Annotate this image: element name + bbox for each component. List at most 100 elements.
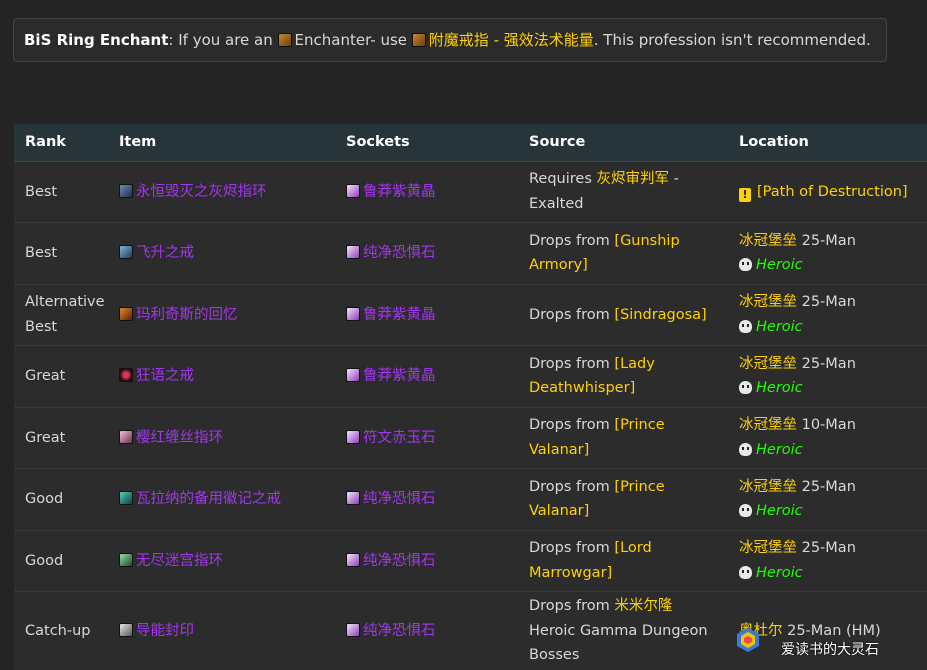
raid-size: 25-Man bbox=[797, 478, 856, 495]
gem-icon[interactable] bbox=[346, 368, 360, 382]
source-link[interactable]: [Gunship bbox=[614, 233, 679, 249]
table-row: Great 樱红缠丝指环 符文赤玉石 Drops from [Prince Val… bbox=[14, 407, 927, 469]
item-link[interactable]: 瓦拉纳的备用徽记之戒 bbox=[136, 491, 281, 507]
item-icon[interactable] bbox=[119, 491, 133, 505]
ring-bis-table: Rank Item Sockets Source Location Best 永… bbox=[14, 124, 927, 670]
source-line2: Exalted bbox=[529, 195, 584, 212]
heroic-label: Heroic bbox=[756, 503, 803, 520]
gem-link[interactable]: 纯净恐惧石 bbox=[363, 245, 436, 261]
socket-cell: 纯净恐惧石 bbox=[335, 222, 518, 285]
raid-size: 25-Man bbox=[797, 540, 856, 557]
heroic-label: Heroic bbox=[756, 380, 803, 397]
source-cell: Drops from [Prince Valanar] bbox=[518, 407, 728, 469]
item-cell: 导能封印 bbox=[108, 591, 335, 670]
heroic-label: Heroic bbox=[756, 441, 803, 458]
location-cell: 冰冠堡垒 25-Man Heroic bbox=[728, 468, 927, 531]
source-cell: Drops from [Gunship Armory] bbox=[518, 222, 728, 285]
item-link[interactable]: 狂语之戒 bbox=[136, 368, 194, 384]
source-link-cont[interactable]: Valanar] bbox=[529, 442, 589, 458]
rank-cell: Alternative Best bbox=[14, 284, 108, 346]
source-prefix: Drops from bbox=[529, 306, 615, 323]
item-link[interactable]: 导能封印 bbox=[136, 623, 194, 639]
location-link[interactable]: 冰冠堡垒 bbox=[739, 417, 797, 433]
location-link[interactable]: 冰冠堡垒 bbox=[739, 233, 797, 249]
location-link[interactable]: 冰冠堡垒 bbox=[739, 294, 797, 310]
source-cell: Drops from [Prince Valanar] bbox=[518, 468, 728, 531]
source-link[interactable]: [Prince bbox=[614, 417, 664, 433]
item-icon[interactable] bbox=[119, 429, 133, 444]
header-source: Source bbox=[518, 124, 728, 162]
source-link-cont[interactable]: Valanar] bbox=[529, 503, 589, 519]
gem-link[interactable]: 纯净恐惧石 bbox=[363, 491, 436, 507]
source-link[interactable]: [Lord bbox=[614, 540, 651, 556]
source-line3: Bosses bbox=[529, 647, 580, 664]
item-icon[interactable] bbox=[119, 552, 133, 567]
skull-icon bbox=[739, 258, 752, 272]
gem-link[interactable]: 纯净恐惧石 bbox=[363, 623, 436, 639]
rank-cell: Best bbox=[14, 161, 108, 223]
item-cell: 樱红缠丝指环 bbox=[108, 407, 335, 469]
socket-cell: 鲁莽紫黄晶 bbox=[335, 284, 518, 346]
gem-icon[interactable] bbox=[346, 306, 360, 321]
location-link[interactable]: 冰冠堡垒 bbox=[739, 356, 797, 372]
raid-size: 10-Man bbox=[797, 417, 856, 434]
item-icon[interactable] bbox=[119, 245, 133, 259]
item-link[interactable]: 无尽迷宫指环 bbox=[136, 553, 223, 569]
item-cell: 玛利奇斯的回忆 bbox=[108, 284, 335, 346]
heroic-label: Heroic bbox=[756, 257, 803, 274]
item-link[interactable]: 飞升之戒 bbox=[136, 245, 194, 261]
source-link-cont[interactable]: Armory] bbox=[529, 257, 588, 273]
source-link-cont[interactable]: Deathwhisper] bbox=[529, 380, 635, 396]
gem-icon[interactable] bbox=[346, 245, 360, 259]
source-link[interactable]: [Lady bbox=[614, 356, 654, 372]
watermark-logo-icon bbox=[737, 628, 759, 652]
header-location: Location bbox=[728, 124, 927, 162]
table-row: Best 飞升之戒 纯净恐惧石 Drops from [Gunship Armor… bbox=[14, 222, 927, 285]
item-link[interactable]: 樱红缠丝指环 bbox=[136, 430, 223, 446]
source-cell: Requires 灰烬审判军 - Exalted bbox=[518, 161, 728, 223]
gem-link[interactable]: 鲁莽紫黄晶 bbox=[363, 184, 436, 200]
source-cell: Drops from 米米尔隆 Heroic Gamma Dungeon Bosse… bbox=[518, 591, 728, 670]
location-link[interactable]: [Path of Destruction] bbox=[757, 184, 908, 200]
source-cell: Drops from [Lord Marrowgar] bbox=[518, 530, 728, 592]
source-cell: Drops from [Sindragosa] bbox=[518, 284, 728, 346]
source-link-cont[interactable]: Marrowgar] bbox=[529, 565, 612, 581]
source-link[interactable]: [Prince bbox=[614, 479, 664, 495]
gem-link[interactable]: 符文赤玉石 bbox=[363, 430, 436, 446]
item-cell: 飞升之戒 bbox=[108, 222, 335, 285]
gem-icon[interactable] bbox=[346, 183, 360, 198]
source-link[interactable]: 米米尔隆 bbox=[614, 598, 672, 614]
source-link[interactable]: 灰烬审判军 bbox=[597, 171, 670, 187]
enchant-link[interactable]: 附魔戒指 - 强效法术能量 bbox=[429, 31, 594, 49]
location-cell: 冰冠堡垒 10-Man Heroic bbox=[728, 407, 927, 469]
gem-link[interactable]: 纯净恐惧石 bbox=[363, 553, 436, 569]
gem-link[interactable]: 鲁莽紫黄晶 bbox=[363, 307, 436, 323]
location-link[interactable]: 冰冠堡垒 bbox=[739, 540, 797, 556]
source-prefix: Drops from bbox=[529, 540, 615, 557]
item-icon[interactable] bbox=[119, 306, 133, 321]
gem-icon[interactable] bbox=[346, 429, 360, 444]
socket-cell: 纯净恐惧石 bbox=[335, 591, 518, 670]
source-link[interactable]: [Sindragosa] bbox=[614, 307, 706, 323]
location-cell: 冰冠堡垒 25-Man Heroic bbox=[728, 345, 927, 408]
skull-icon bbox=[739, 319, 752, 333]
profession-name: Enchanter bbox=[294, 31, 371, 49]
location-link[interactable]: 冰冠堡垒 bbox=[739, 479, 797, 495]
header-item: Item bbox=[108, 124, 335, 162]
rank-cell: Good bbox=[14, 468, 108, 531]
item-link[interactable]: 永恒毁灭之灰烬指环 bbox=[136, 184, 267, 200]
location-cell: 冰冠堡垒 25-Man Heroic bbox=[728, 284, 927, 346]
gem-icon[interactable] bbox=[346, 552, 360, 567]
item-icon[interactable] bbox=[119, 183, 133, 198]
item-link[interactable]: 玛利奇斯的回忆 bbox=[136, 307, 238, 323]
banner-prefix: BiS Ring Enchant bbox=[24, 31, 169, 49]
gem-icon[interactable] bbox=[346, 491, 360, 505]
item-icon[interactable] bbox=[119, 368, 133, 382]
location-cell: 冰冠堡垒 25-Man Heroic bbox=[728, 530, 927, 592]
socket-cell: 符文赤玉石 bbox=[335, 407, 518, 469]
gem-link[interactable]: 鲁莽紫黄晶 bbox=[363, 368, 436, 384]
socket-cell: 纯净恐惧石 bbox=[335, 530, 518, 592]
gem-icon[interactable] bbox=[346, 622, 360, 637]
item-icon[interactable] bbox=[119, 622, 133, 637]
skull-icon bbox=[739, 442, 752, 456]
